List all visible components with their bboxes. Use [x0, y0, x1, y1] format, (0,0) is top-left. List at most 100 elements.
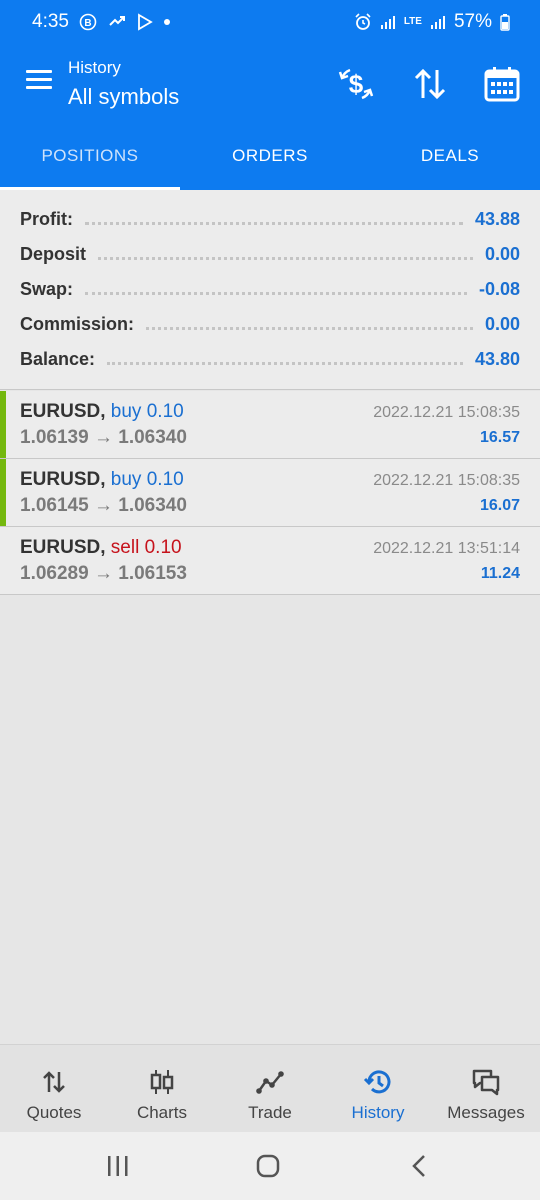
deal-prices: 1.06289 → 1.06153	[20, 563, 187, 585]
deal-volume: 0.10	[146, 469, 184, 490]
summary-row-deposit: Deposit 0.00	[0, 237, 540, 272]
app-header: History All symbols $	[0, 44, 540, 122]
symbol-name: EURUSD,	[20, 537, 106, 558]
arrow-icon: →	[93, 495, 113, 516]
deal-symbol: EURUSD, buy 0.10	[20, 469, 184, 491]
deal-profit: 16.07	[479, 497, 520, 514]
nav-history[interactable]: History	[324, 1045, 432, 1132]
summary-row-swap: Swap: -0.08	[0, 272, 540, 307]
dotted-leader	[85, 292, 467, 295]
deal-row[interactable]: EURUSD, sell 0.10 1.06289 → 1.06153 2022…	[0, 527, 540, 595]
nav-label: Messages	[447, 1103, 525, 1122]
summary-value: 0.00	[484, 244, 520, 264]
nav-messages[interactable]: Messages	[432, 1045, 540, 1132]
summary-value: 43.88	[474, 209, 520, 229]
close-price: 1.06153	[118, 563, 187, 584]
deal-time: 2022.12.21 15:08:35	[373, 404, 520, 421]
dot-icon	[163, 19, 170, 25]
nav-label: Quotes	[26, 1103, 82, 1122]
summary-label: Balance:	[20, 349, 96, 369]
buy-indicator-bar	[0, 391, 6, 458]
signal-icon-2	[430, 16, 445, 29]
arrow-icon: →	[93, 427, 113, 448]
summary-row-commission: Commission: 0.00	[0, 307, 540, 342]
symbol-name: EURUSD,	[20, 469, 106, 490]
buy-indicator-bar	[0, 459, 6, 526]
tab-deals[interactable]: DEALS	[360, 122, 540, 190]
deal-row[interactable]: EURUSD, buy 0.10 1.06145 → 1.06340 2022.…	[0, 459, 540, 527]
deal-volume: 0.10	[144, 537, 182, 558]
deal-prices: 1.06145 → 1.06340	[20, 495, 187, 517]
deal-symbol: EURUSD, buy 0.10	[20, 401, 184, 423]
nav-charts[interactable]: Charts	[108, 1045, 216, 1132]
recent-apps-icon[interactable]	[106, 1154, 130, 1178]
open-price: 1.06289	[20, 563, 89, 584]
svg-text:$: $	[349, 69, 364, 99]
history-tabs: POSITIONS ORDERS DEALS	[0, 122, 540, 190]
candles-icon	[150, 1070, 174, 1094]
deal-profit: 16.57	[479, 429, 520, 446]
nav-quotes[interactable]: Quotes	[0, 1045, 108, 1132]
nav-label: History	[351, 1103, 405, 1122]
summary-value: 0.00	[484, 314, 520, 334]
deal-time: 2022.12.21 15:08:35	[373, 472, 520, 489]
play-store-icon	[138, 13, 153, 31]
arrow-icon: →	[93, 563, 113, 584]
status-bar: 4:35 B LTE 57%	[0, 0, 540, 44]
summary-row-profit: Profit: 43.88	[0, 202, 540, 237]
dotted-leader	[107, 362, 463, 365]
summary-label: Swap:	[20, 279, 74, 299]
deal-side: buy	[110, 401, 142, 422]
nav-trade[interactable]: Trade	[216, 1045, 324, 1132]
summary-value: 43.80	[474, 349, 520, 369]
summary-panel: Profit: 43.88 Deposit 0.00 Swap: -0.08 C…	[0, 190, 540, 390]
status-time: 4:35	[32, 11, 69, 32]
tab-positions[interactable]: POSITIONS	[0, 122, 180, 190]
close-price: 1.06340	[118, 495, 187, 516]
calendar-icon[interactable]	[482, 64, 522, 104]
open-price: 1.06139	[20, 427, 89, 448]
dotted-leader	[98, 257, 473, 260]
summary-label: Deposit	[20, 244, 87, 264]
nav-label: Trade	[248, 1103, 292, 1122]
home-icon[interactable]	[256, 1154, 280, 1178]
tab-orders[interactable]: ORDERS	[180, 122, 360, 190]
svg-text:B: B	[84, 18, 91, 29]
deal-side: buy	[110, 469, 142, 490]
symbol-name: EURUSD,	[20, 401, 106, 422]
deal-symbol: EURUSD, sell 0.10	[20, 537, 182, 559]
nav-label: Charts	[136, 1103, 188, 1122]
close-price: 1.06340	[118, 427, 187, 448]
b-badge-icon: B	[79, 13, 97, 31]
header-title[interactable]: All symbols	[68, 84, 179, 110]
messages-icon	[472, 1069, 500, 1096]
open-price: 1.06145	[20, 495, 89, 516]
bottom-nav: Quotes Charts Trade History Messages	[0, 1044, 540, 1132]
deal-row[interactable]: EURUSD, buy 0.10 1.06139 → 1.06340 2022.…	[0, 391, 540, 459]
quotes-icon	[43, 1071, 65, 1093]
deal-time: 2022.12.21 13:51:14	[373, 540, 520, 557]
battery-icon	[500, 14, 510, 31]
deal-prices: 1.06139 → 1.06340	[20, 427, 187, 449]
system-nav-bar	[0, 1132, 540, 1200]
sort-icon[interactable]	[410, 64, 450, 104]
back-icon[interactable]	[408, 1154, 432, 1178]
header-subtitle: History	[68, 58, 121, 77]
dotted-leader	[85, 222, 463, 225]
deal-volume: 0.10	[146, 401, 184, 422]
summary-label: Commission:	[20, 314, 135, 334]
history-icon	[363, 1070, 391, 1094]
menu-icon[interactable]	[26, 70, 54, 94]
trade-icon	[256, 1071, 284, 1094]
dotted-leader	[146, 327, 473, 330]
payment-icon	[109, 16, 125, 26]
dollar-exchange-icon[interactable]: $	[336, 64, 376, 104]
summary-value: -0.08	[478, 279, 520, 299]
summary-row-balance: Balance: 43.80	[0, 342, 540, 377]
summary-label: Profit:	[20, 209, 73, 229]
deal-profit: 11.24	[480, 565, 520, 582]
battery-level: 57%	[453, 11, 492, 32]
alarm-icon	[355, 13, 371, 30]
deal-side: sell	[110, 537, 140, 558]
signal-icon	[380, 16, 395, 29]
